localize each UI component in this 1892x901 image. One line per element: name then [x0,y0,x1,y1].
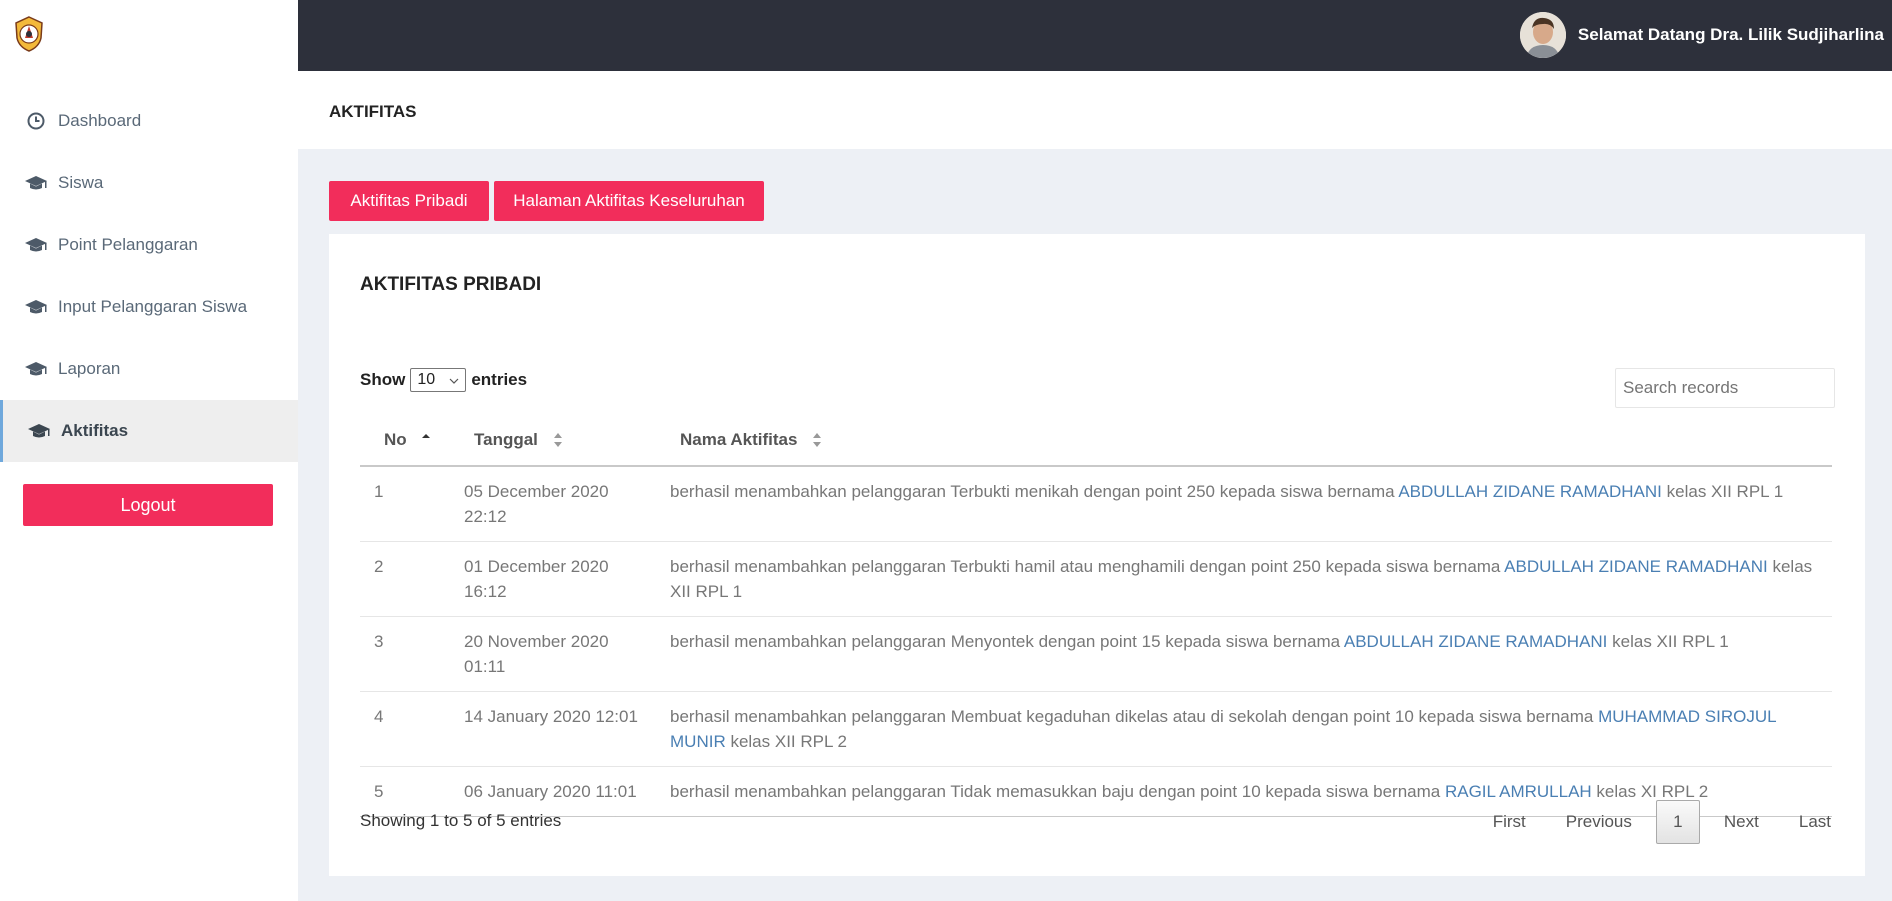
sidebar-item-label: Point Pelanggaran [58,235,198,254]
column-header-tanggal[interactable]: Tanggal [450,414,656,467]
entries-select[interactable]: 10 [410,368,467,392]
cell-tanggal: 06 January 2020 11:01 [450,766,656,817]
cell-tanggal: 01 December 2020 16:12 [450,541,656,617]
logout-button[interactable]: Logout [23,484,273,526]
table-row: 4 14 January 2020 12:01 berhasil menamba… [360,691,1832,767]
pager-previous-button[interactable]: Previous [1546,812,1652,832]
graduation-cap-icon [27,421,51,441]
cell-no: 4 [360,691,450,767]
table-row: 2 01 December 2020 16:12 berhasil menamb… [360,541,1832,617]
sidebar-nav: Dashboard Siswa Point Pelanggaran Input … [0,90,298,462]
pager-first-button[interactable]: First [1473,812,1546,832]
table-info: Showing 1 to 5 of 5 entries [360,811,562,830]
aktifitas-keseluruhan-button[interactable]: Halaman Aktifitas Keseluruhan [494,181,764,221]
welcome-text: Selamat Datang Dra. Lilik Sudjiharlina [1577,25,1884,44]
pager-last-button[interactable]: Last [1779,812,1851,832]
cell-tanggal: 14 January 2020 12:01 [450,691,656,767]
sidebar-item-point-pelanggaran[interactable]: Point Pelanggaran [0,214,298,276]
cell-nama-aktifitas: berhasil menambahkan pelanggaran Membuat… [656,691,1832,767]
cell-tanggal: 05 December 2020 22:12 [450,466,656,542]
student-link[interactable]: RAGIL AMRULLAH [1445,782,1592,801]
sidebar-item-aktifitas[interactable]: Aktifitas [0,400,298,462]
page-header: AKTIFITAS [298,71,1892,149]
topbar: Selamat Datang Dra. Lilik Sudjiharlina [298,0,1892,71]
student-link[interactable]: ABDULLAH ZIDANE RAMADHANI [1398,482,1662,501]
sidebar-item-label: Dashboard [58,111,142,130]
sidebar-item-label: Aktifitas [61,421,129,440]
pagination: First Previous 1 Next Last [1473,800,1851,844]
sidebar: Dashboard Siswa Point Pelanggaran Input … [0,0,298,901]
table-row: 1 05 December 2020 22:12 berhasil menamb… [360,466,1832,542]
cell-nama-aktifitas: berhasil menambahkan pelanggaran Terbukt… [656,466,1832,542]
show-label: Show [360,370,406,389]
aktifitas-pribadi-button[interactable]: Aktifitas Pribadi [329,181,489,221]
student-link[interactable]: ABDULLAH ZIDANE RAMADHANI [1344,632,1608,651]
show-entries: Show 10 entries [360,368,527,392]
sort-icon [553,432,563,449]
clock-icon [24,111,48,131]
school-logo-icon[interactable] [14,16,44,52]
sidebar-item-label: Laporan [58,359,121,378]
cell-nama-aktifitas: berhasil menambahkan pelanggaran Menyont… [656,616,1832,692]
chevron-down-icon [449,371,459,389]
graduation-cap-icon [24,173,48,193]
activity-card: AKTIFITAS PRIBADI Show 10 entries No Tan… [329,234,1865,876]
sort-icon [812,432,822,449]
sidebar-item-label: Siswa [58,173,104,192]
column-header-nama-aktifitas[interactable]: Nama Aktifitas [656,414,1832,467]
card-title: AKTIFITAS PRIBADI [360,274,542,295]
cell-no: 2 [360,541,450,617]
sidebar-item-dashboard[interactable]: Dashboard [0,90,298,152]
graduation-cap-icon [24,297,48,317]
user-menu[interactable]: Selamat Datang Dra. Lilik Sudjiharlina [1519,12,1884,58]
avatar[interactable] [1519,12,1566,58]
search-input[interactable] [1615,368,1835,408]
student-link[interactable]: ABDULLAH ZIDANE RAMADHANI [1504,557,1768,576]
sidebar-item-label: Input Pelanggaran Siswa [58,297,248,316]
pager-next-button[interactable]: Next [1704,812,1779,832]
table-row: 3 20 November 2020 01:11 berhasil menamb… [360,616,1832,692]
cell-no: 3 [360,616,450,692]
cell-no: 1 [360,466,450,542]
graduation-cap-icon [24,359,48,379]
graduation-cap-icon [24,235,48,255]
column-header-no[interactable]: No [360,414,450,467]
cell-no: 5 [360,766,450,817]
activity-table: No Tanggal Nama Aktifitas 1 05 December … [360,414,1832,817]
sort-asc-icon [421,433,431,448]
sidebar-item-input-pelanggaran-siswa[interactable]: Input Pelanggaran Siswa [0,276,298,338]
cell-nama-aktifitas: berhasil menambahkan pelanggaran Terbukt… [656,541,1832,617]
cell-tanggal: 20 November 2020 01:11 [450,616,656,692]
entries-label: entries [471,370,528,389]
pager-page-1-button[interactable]: 1 [1655,800,1700,844]
table-header-row: No Tanggal Nama Aktifitas [360,414,1832,467]
sidebar-item-laporan[interactable]: Laporan [0,338,298,400]
entries-value: 10 [417,371,436,388]
page-title: AKTIFITAS [329,102,417,121]
sidebar-item-siswa[interactable]: Siswa [0,152,298,214]
